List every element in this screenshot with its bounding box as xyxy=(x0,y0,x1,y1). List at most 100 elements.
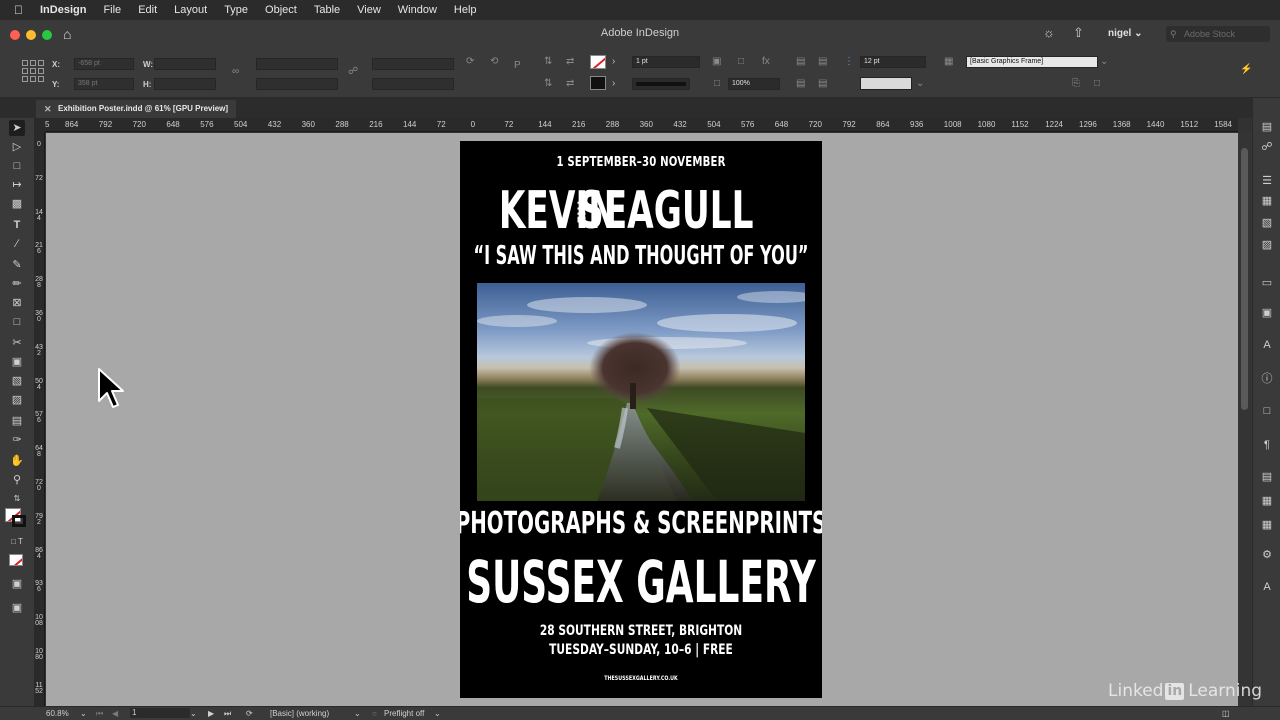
menu-file[interactable]: File xyxy=(103,4,121,16)
pen-tool-icon[interactable]: ✎ xyxy=(9,257,25,273)
poster-address[interactable]: 28 SOUTHERN STREET, BRIGHTON xyxy=(460,623,822,639)
split-window-icon[interactable]: ◫ xyxy=(1222,709,1230,718)
menu-edit[interactable]: Edit xyxy=(138,4,157,16)
vertical-ruler[interactable]: 0 72 144 216 288 360 432 504 576 648 720 792 864 936 1… xyxy=(34,132,45,708)
stroke-swatch-dropdown-icon[interactable]: › xyxy=(612,78,615,89)
character-styles-panel-icon[interactable]: A xyxy=(1260,338,1274,352)
stroke-panel-icon[interactable]: ▭ xyxy=(1260,276,1274,290)
poster-photo[interactable] xyxy=(477,283,805,501)
frame-fitting-icon[interactable]: ▣ xyxy=(712,56,721,67)
align-center-icon[interactable]: ▤ xyxy=(818,56,827,67)
menu-table[interactable]: Table xyxy=(314,4,340,16)
vertical-scrollbar[interactable] xyxy=(1238,132,1252,708)
table-panel-icon[interactable]: ▦ xyxy=(1260,494,1274,508)
next-page-icon[interactable]: ▶ xyxy=(208,709,214,718)
last-page-icon[interactable]: ⏭ xyxy=(224,709,231,719)
drop-shadow-icon[interactable]: □ xyxy=(738,56,744,67)
quick-apply-icon[interactable]: ⚡ xyxy=(1240,64,1252,75)
toolbox-stroke-swatch[interactable] xyxy=(12,515,26,527)
apply-none-icon[interactable] xyxy=(9,554,23,566)
document-tab[interactable]: ✕ Exhibition Poster.indd @ 61% [GPU Prev… xyxy=(36,100,237,118)
reference-point-icon[interactable] xyxy=(22,60,44,82)
constrain-proportions-icon[interactable]: ∞ xyxy=(232,66,239,77)
menu-app-name[interactable]: InDesign xyxy=(40,4,86,16)
open-page-icon[interactable]: ⟳ xyxy=(246,709,253,718)
selection-tool-icon[interactable]: ➤ xyxy=(9,120,25,136)
zoom-level-field[interactable]: 60.8% xyxy=(46,709,69,718)
adobe-stock-search[interactable]: ⚲ Adobe Stock xyxy=(1166,26,1270,42)
share-icon[interactable]: ⇧ xyxy=(1073,25,1084,41)
fill-swatch-dropdown-icon[interactable]: › xyxy=(612,56,615,67)
layers-panel-icon[interactable]: ☰ xyxy=(1260,174,1274,188)
poster-artist-name[interactable]: KEVIN THE SEAGULL xyxy=(460,179,822,243)
gradient-panel-icon[interactable]: ▧ xyxy=(1260,216,1274,230)
column-style-swatch[interactable] xyxy=(860,77,912,90)
preflight-dropdown-icon[interactable]: ⌄ xyxy=(434,709,441,718)
links-panel-icon[interactable]: ☍ xyxy=(1260,140,1274,154)
poster-hours[interactable]: TUESDAY–SUNDAY, 10–6 | FREE xyxy=(460,642,822,658)
fill-swatch[interactable] xyxy=(590,55,606,69)
opacity-field[interactable]: 100% xyxy=(728,78,780,90)
ruler-origin[interactable] xyxy=(34,118,45,132)
horizontal-ruler[interactable]: 5 864 792 720 648 576 504 432 360 288 216 144 72 0 72 1… xyxy=(45,118,1238,132)
info-panel-icon[interactable]: ⓘ xyxy=(1260,372,1274,386)
page-number-field[interactable]: 1 xyxy=(130,708,190,718)
align-left-icon[interactable]: ▤ xyxy=(796,56,805,67)
close-tab-icon[interactable]: ✕ xyxy=(44,100,52,118)
zoom-tool-icon[interactable]: ⚲ xyxy=(9,472,25,488)
style-options-icon[interactable]: □ xyxy=(1094,78,1100,89)
scissors-tool-icon[interactable]: ✂ xyxy=(9,335,25,351)
previous-page-icon[interactable]: ◀ xyxy=(112,709,118,718)
direct-selection-tool-icon[interactable]: ▷ xyxy=(9,139,25,155)
link-scale-icon[interactable]: ☍ xyxy=(348,66,358,77)
poster-page[interactable]: 1 SEPTEMBER–30 NOVEMBER KEVIN THE SEAGUL… xyxy=(460,141,822,698)
effects-icon[interactable]: fx xyxy=(762,56,770,67)
default-colors-icon[interactable]: ⇅ xyxy=(9,491,25,507)
effects-panel-icon[interactable]: ▣ xyxy=(1260,306,1274,320)
screen-mode-icon[interactable]: ▣ xyxy=(9,576,25,592)
pencil-tool-icon[interactable]: ✏ xyxy=(9,276,25,292)
paragraph-styles-panel-icon[interactable]: ¶ xyxy=(1260,438,1274,452)
clear-overrides-icon[interactable]: ⎘ xyxy=(1072,78,1080,89)
path-type-icon[interactable]: P xyxy=(514,60,521,71)
character-panel-icon[interactable]: A xyxy=(1260,580,1274,594)
flip-horizontal-icon[interactable]: ⇄ xyxy=(566,56,574,67)
rotation-field[interactable] xyxy=(372,58,454,70)
menu-window[interactable]: Window xyxy=(398,4,437,16)
column-dropdown-icon[interactable]: ⌄ xyxy=(916,78,924,89)
stroke-weight-field[interactable]: 1 pt xyxy=(632,56,700,68)
line-tool-icon[interactable]: ∕ xyxy=(9,236,25,252)
y-field[interactable]: 358 pt xyxy=(74,78,134,90)
text-wrap-panel-icon[interactable]: □ xyxy=(1260,404,1274,418)
menu-view[interactable]: View xyxy=(357,4,381,16)
poster-subtitle[interactable]: PHOTOGRAPHS & SCREENPRINTS xyxy=(460,506,822,541)
free-transform-tool-icon[interactable]: ▣ xyxy=(9,354,25,370)
preflight-status[interactable]: Preflight off xyxy=(384,709,424,718)
menu-help[interactable]: Help xyxy=(454,4,477,16)
pages-panel-icon[interactable]: ▤ xyxy=(1260,120,1274,134)
view-mode-icon[interactable]: ▣ xyxy=(9,600,25,616)
cc-libraries-panel-icon[interactable]: ▤ xyxy=(1260,470,1274,484)
poster-gallery-name[interactable]: SUSSEX GALLERY xyxy=(460,549,822,615)
gap-tool-icon-left[interactable]: ↦ xyxy=(9,177,25,193)
distribute-center-icon[interactable]: ▤ xyxy=(818,78,827,89)
object-styles-panel-icon[interactable]: ▦ xyxy=(1260,518,1274,532)
user-menu[interactable]: nigel ⌄ xyxy=(1108,28,1143,39)
gap-tool-icon[interactable]: ⋮ xyxy=(844,56,854,67)
gradient-feather-tool-icon[interactable]: ▨ xyxy=(9,392,25,408)
poster-dates[interactable]: 1 SEPTEMBER–30 NOVEMBER xyxy=(500,155,782,170)
rotate-ccw-icon[interactable]: ⟲ xyxy=(490,56,498,67)
vertical-scroll-thumb[interactable] xyxy=(1241,148,1248,410)
menu-layout[interactable]: Layout xyxy=(174,4,207,16)
swatches-panel-icon[interactable]: ▦ xyxy=(1260,194,1274,208)
select-content-icon[interactable]: ⇄ xyxy=(566,78,574,89)
rectangle-frame-tool-icon[interactable]: ⊠ xyxy=(9,295,25,311)
object-style-chevron-icon[interactable]: ⌄ xyxy=(1100,56,1108,67)
scale-y-field[interactable] xyxy=(256,78,338,90)
gradient-swatch-tool-icon[interactable]: ▧ xyxy=(9,373,25,389)
rotate-icon[interactable]: ⟳ xyxy=(466,56,474,67)
first-page-icon[interactable]: ⏮ xyxy=(96,709,103,719)
width-field[interactable] xyxy=(154,58,216,70)
stroke-swatch[interactable] xyxy=(590,76,606,90)
select-container-icon[interactable]: ⇅ xyxy=(544,78,552,89)
